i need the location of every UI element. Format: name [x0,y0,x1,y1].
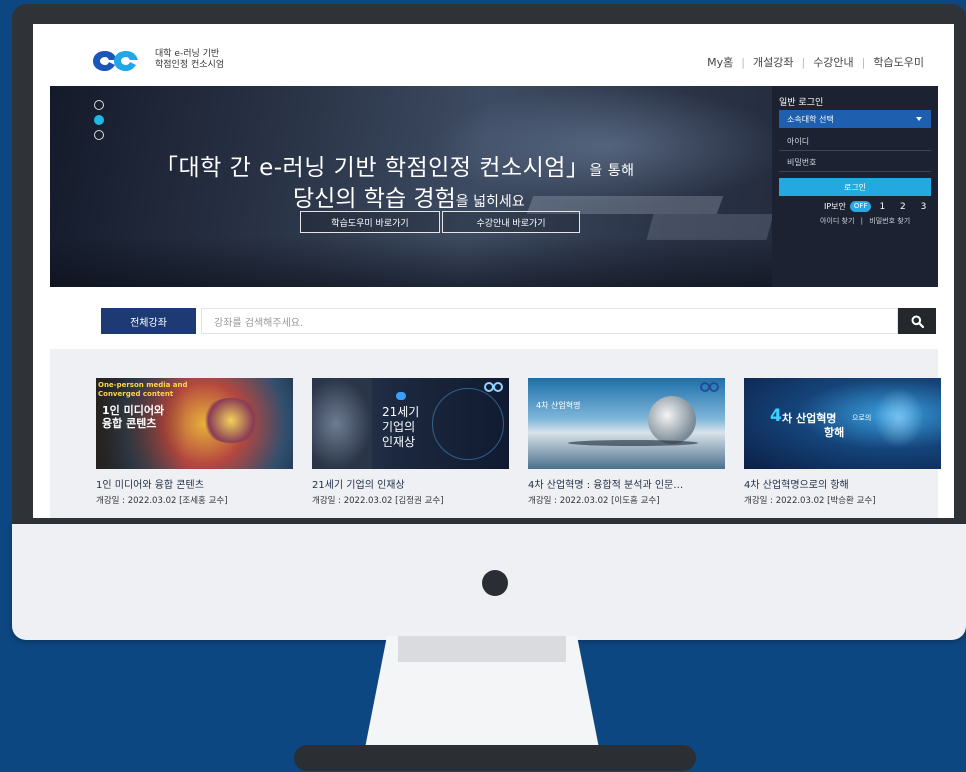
course-title[interactable]: 1인 미디어와 융합 콘텐츠 [96,476,293,491]
nav-my-home[interactable]: My홈 [707,54,733,70]
logo-line-1: 대학 e-러닝 기반 [155,49,220,59]
thumb-logo-icon [700,382,719,392]
course-thumbnail[interactable]: 4 차 산업혁명 으로의 항해 [744,378,941,469]
find-account-links: 아이디 찾기 | 비밀번호 찾기 [820,216,910,226]
site-logo-text: 대학 e-러닝 기반 학점인정 컨소시엄 [155,49,224,71]
main-nav: My홈 | 개설강좌 | 수강안내 | 학습도우미 [707,54,924,70]
slide-dot-1[interactable] [94,100,104,110]
site-logo-icon[interactable] [93,49,153,73]
nav-separator: | [801,55,806,69]
logo-line-2: 학점인정 컨소시엄 [155,60,225,70]
browser-screen: 대학 e-러닝 기반 학점인정 컨소시엄 My홈 | 개설강좌 | 수강안내 |… [33,24,954,518]
course-thumbnail[interactable]: 21세기 기업의 인재상 [312,378,509,469]
nav-courses[interactable]: 개설강좌 [753,54,793,70]
thumb-ko-line-2: 항해 [824,426,845,439]
nav-separator: | [861,55,866,69]
ip-security-label: IP보안 [824,202,846,211]
slide-indicators [94,100,104,145]
hero-title-1-main: 「대학 간 e-러닝 기반 학점인정 컨소시엄」 [155,155,590,181]
password-input[interactable]: 비밀번호 [779,154,931,172]
course-card[interactable]: 4차 산업혁명 4차 산업혁명 : 융합적 분석과 인문… 개강일 : 2022… [528,378,725,506]
course-list: One-person media and Converged content 1… [50,349,941,518]
thumb-ko-line-3: 인재상 [382,435,416,449]
thumb-logo-icon [484,382,503,392]
university-select[interactable]: 소속대학 선택 [779,110,931,128]
ip-security-row: IP보안 OFF 1 2 3 [824,201,932,212]
find-password-link[interactable]: 비밀번호 찾기 [869,217,910,225]
enrollment-guide-button[interactable]: 수강안내 바로가기 [442,211,580,233]
slide-dot-2-active[interactable] [94,115,104,125]
login-panel: 일반 로그인 소속대학 선택 아이디 비밀번호 로그인 IP보안 OFF 1 2… [772,86,938,287]
id-input[interactable]: 아이디 [779,133,931,151]
slide-dot-3[interactable] [94,130,104,140]
search-input[interactable]: 강좌를 검색해주세요. [201,308,898,334]
search-button[interactable] [898,308,936,334]
course-meta: 개강일 : 2022.03.02 [김정권 교수] [312,496,444,506]
thumb-en-line-1: One-person media and [98,381,188,389]
find-id-link[interactable]: 아이디 찾기 [820,217,854,225]
thumb-ko-line-2: 융합 콘텐츠 [102,417,157,430]
hero-title-2-main: 당신의 학습 경험 [293,186,456,212]
link-separator: | [860,217,864,225]
ip-security-levels[interactable]: 1 2 3 [879,202,932,212]
hero-title-2-small: 을 넓히세요 [455,194,525,210]
power-button-icon [482,570,508,596]
ip-security-toggle[interactable]: OFF [849,201,872,212]
thumb-en-line-2: Converged content [98,390,174,398]
course-card[interactable]: 21세기 기업의 인재상 21세기 기업의 인재상 개강일 : 2022.03.… [312,378,509,506]
thumb-number: 4 [770,406,782,426]
login-title: 일반 로그인 [779,98,824,108]
learning-help-button[interactable]: 학습도우미 바로가기 [300,211,440,233]
site-header: 대학 e-러닝 기반 학점인정 컨소시엄 My홈 | 개설강좌 | 수강안내 |… [33,24,954,86]
course-meta: 개강일 : 2022.03.02 [이도흠 교수] [528,496,660,506]
course-meta: 개강일 : 2022.03.02 [박승환 교수] [744,496,876,506]
thumb-ko-small: 으로의 [852,414,872,422]
chevron-down-icon [916,117,922,121]
course-title[interactable]: 21세기 기업의 인재상 [312,476,509,491]
university-select-value: 소속대학 선택 [787,114,834,124]
hero-title-line-1: 「대학 간 e-러닝 기반 학점인정 컨소시엄」을 통해 [155,148,635,182]
monitor-stand-shade [398,636,566,662]
course-card[interactable]: One-person media and Converged content 1… [96,378,293,506]
course-search: 전체강좌 강좌를 검색해주세요. [101,308,936,334]
hero-title-1-small: 을 통해 [589,163,635,179]
course-title[interactable]: 4차 산업혁명으로의 항해 [744,476,941,491]
monitor-stand-base [294,745,696,771]
course-card[interactable]: 4 차 산업혁명 으로의 항해 4차 산업혁명으로의 항해 개강일 : 2022… [744,378,941,506]
course-thumbnail[interactable]: One-person media and Converged content 1… [96,378,293,469]
search-category-button[interactable]: 전체강좌 [101,308,196,334]
nav-separator: | [741,55,745,69]
course-title[interactable]: 4차 산업혁명 : 융합적 분석과 인문… [528,476,725,491]
nav-enrollment-guide[interactable]: 수강안내 [813,54,853,70]
course-meta: 개강일 : 2022.03.02 [조세홍 교수] [96,496,228,506]
hero-title-line-2: 당신의 학습 경험을 넓히세요 [293,179,525,213]
nav-learning-help[interactable]: 학습도우미 [873,54,924,70]
course-thumbnail[interactable]: 4차 산업혁명 [528,378,725,469]
thumb-ko-line-1: 4차 산업혁명 [536,401,581,410]
login-button[interactable]: 로그인 [779,178,931,196]
search-icon [911,315,924,328]
